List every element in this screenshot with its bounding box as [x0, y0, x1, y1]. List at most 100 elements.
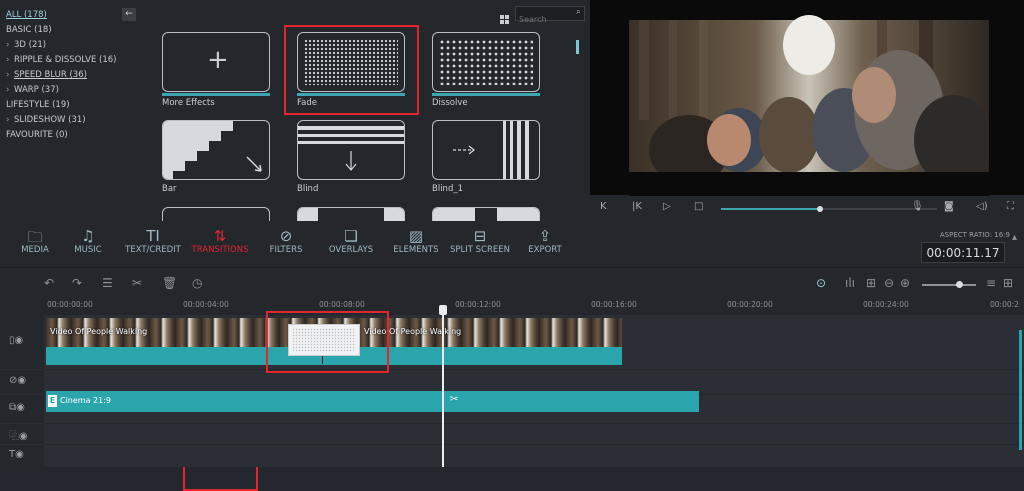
- video-preview: [629, 0, 989, 196]
- tab-text-credit[interactable]: TI TEXT/CREDIT: [124, 227, 182, 255]
- category-all[interactable]: ALL (178): [6, 10, 47, 20]
- category-favourite[interactable]: FAVOURITE (0): [6, 130, 68, 140]
- export-icon: ⇪: [538, 227, 552, 245]
- fullscreen-icon[interactable]: ⛶: [1007, 201, 1014, 212]
- category-basic[interactable]: BASIC (18): [6, 25, 52, 35]
- category-label: SPEED BLUR (36): [14, 70, 87, 80]
- ruler-tick: 00:00:08:00: [319, 300, 365, 309]
- category-lifestyle[interactable]: LIFESTYLE (19): [6, 100, 70, 110]
- category-speed-blur[interactable]: › SPEED BLUR (36): [6, 70, 87, 80]
- step-back-icon[interactable]: |K: [632, 201, 642, 212]
- tab-filters[interactable]: ⊘ FILTERS: [266, 227, 306, 255]
- transition-label: Bar: [162, 184, 177, 194]
- stop-icon[interactable]: □: [694, 201, 703, 212]
- zoom-out-icon[interactable]: ⊖: [884, 276, 894, 290]
- pip-track-icon: ⿻◉: [9, 431, 28, 442]
- progress-knob[interactable]: [817, 206, 824, 212]
- volume-icon[interactable]: ◁): [976, 201, 988, 212]
- tab-label: EXPORT: [528, 245, 562, 255]
- category-warp[interactable]: › WARP (37): [6, 85, 59, 95]
- chevron-right-icon: ›: [6, 115, 10, 125]
- track-separator: [44, 444, 1024, 445]
- ruler-tick: 00:00:24:00: [863, 300, 909, 309]
- fit-timeline-icon[interactable]: ⊞: [866, 276, 876, 290]
- transition-blind[interactable]: [297, 120, 405, 180]
- play-icon[interactable]: ▷: [663, 201, 671, 212]
- microphone-icon[interactable]: 🎙: [911, 201, 924, 212]
- redo-icon[interactable]: ↷: [72, 276, 82, 290]
- tab-music[interactable]: ♫ MUSIC: [70, 227, 106, 255]
- dissolve-pattern: [439, 39, 533, 85]
- tab-overlays[interactable]: ❏ OVERLAYS: [326, 227, 376, 255]
- tab-media[interactable]: 🗀 MEDIA: [17, 227, 53, 255]
- search-box[interactable]: ⌕: [515, 6, 585, 26]
- track-header-effects: ⊘◉: [0, 370, 44, 394]
- plus-icon: +: [207, 45, 229, 75]
- filters-icon: ⊘: [279, 227, 293, 245]
- list-view-icon[interactable]: ≡: [986, 276, 996, 290]
- clock-icon[interactable]: ◷: [192, 276, 202, 290]
- ruler-tick: 00:00:20:00: [727, 300, 773, 309]
- tab-label: SPLIT SCREEN: [450, 245, 510, 255]
- delete-icon[interactable]: 🗑: [162, 276, 177, 290]
- category-slideshow[interactable]: › SLIDESHOW (31): [6, 115, 86, 125]
- thumb-underline: [162, 93, 270, 96]
- tab-label: ELEMENTS: [393, 245, 439, 255]
- category-3d[interactable]: › 3D (21): [6, 40, 46, 50]
- grid-view-icon[interactable]: ⊞: [1003, 276, 1013, 290]
- tab-label: OVERLAYS: [328, 245, 374, 255]
- transition-blind-1[interactable]: [432, 120, 540, 180]
- zoom-slider[interactable]: [922, 281, 976, 288]
- elements-icon: ▨: [408, 227, 424, 245]
- playback-progress[interactable]: [721, 206, 937, 212]
- overlays-icon: ❏: [344, 227, 358, 245]
- category-ripple-dissolve[interactable]: › RIPPLE & DISSOLVE (16): [6, 55, 116, 65]
- skip-back-icon[interactable]: K: [600, 201, 607, 212]
- grid-view-icon[interactable]: [500, 9, 509, 24]
- zoom-in-icon[interactable]: ⊕: [900, 276, 910, 290]
- scissors-icon[interactable]: ✂: [132, 276, 142, 290]
- playhead-line[interactable]: [442, 305, 444, 467]
- transition-label: Dissolve: [432, 98, 468, 108]
- zoom-knob[interactable]: [956, 281, 963, 288]
- track-header-video: ▯◉: [0, 315, 44, 369]
- bar-pattern: [163, 121, 262, 179]
- audio-clip[interactable]: E Cinema 21:9 ✂: [46, 391, 699, 412]
- render-icon[interactable]: ⊙: [816, 276, 826, 290]
- tab-export[interactable]: ⇪ EXPORT: [526, 227, 564, 255]
- search-input[interactable]: [516, 13, 570, 26]
- category-label: BASIC (18): [6, 25, 52, 35]
- timeline-ruler[interactable]: 00:00:00:00 00:00:04:00 00:00:08:00 00:0…: [0, 299, 1024, 315]
- category-label: ALL (178): [6, 10, 47, 20]
- scissors-icon[interactable]: ✂: [450, 394, 458, 405]
- transition-label: More Effects: [162, 98, 215, 108]
- playhead-handle[interactable]: [439, 305, 447, 315]
- camera-icon[interactable]: ◙: [944, 201, 954, 212]
- transition-dissolve[interactable]: [432, 32, 540, 92]
- chevron-right-icon: ›: [6, 55, 10, 65]
- timeline-scrollbar[interactable]: [1019, 330, 1022, 450]
- category-label: RIPPLE & DISSOLVE (16): [14, 55, 117, 65]
- highlight-box: [284, 25, 419, 115]
- clip-title: Video Of People Walking: [50, 327, 148, 336]
- adjust-icon[interactable]: ☰: [102, 276, 113, 290]
- tab-elements[interactable]: ▨ ELEMENTS: [391, 227, 441, 255]
- scroll-up-icon[interactable]: ▴: [1012, 232, 1017, 243]
- transition-bar[interactable]: [162, 120, 270, 180]
- grid-scrollbar[interactable]: [576, 40, 579, 54]
- collapse-arrow-icon[interactable]: ←: [122, 8, 136, 21]
- highlight-box: [266, 311, 389, 373]
- track-separator: [44, 369, 1024, 370]
- blind-1-pattern: [453, 121, 529, 179]
- effects-track-icon: ⊘◉: [9, 375, 27, 386]
- tab-label: TRANSITIONS: [191, 245, 249, 255]
- tab-split-screen[interactable]: ⊟ SPLIT SCREEN: [449, 227, 511, 255]
- tab-transitions[interactable]: ⇅ TRANSITIONS: [186, 227, 254, 255]
- text-icon: TI: [146, 227, 160, 245]
- chevron-right-icon: ›: [6, 40, 10, 50]
- transition-more-effects[interactable]: +: [162, 32, 270, 92]
- ruler-tick: 00:00:12:00: [455, 300, 501, 309]
- audio-mixer-icon[interactable]: ılı: [845, 276, 855, 290]
- undo-icon[interactable]: ↶: [44, 276, 54, 290]
- tab-label: MEDIA: [21, 245, 49, 255]
